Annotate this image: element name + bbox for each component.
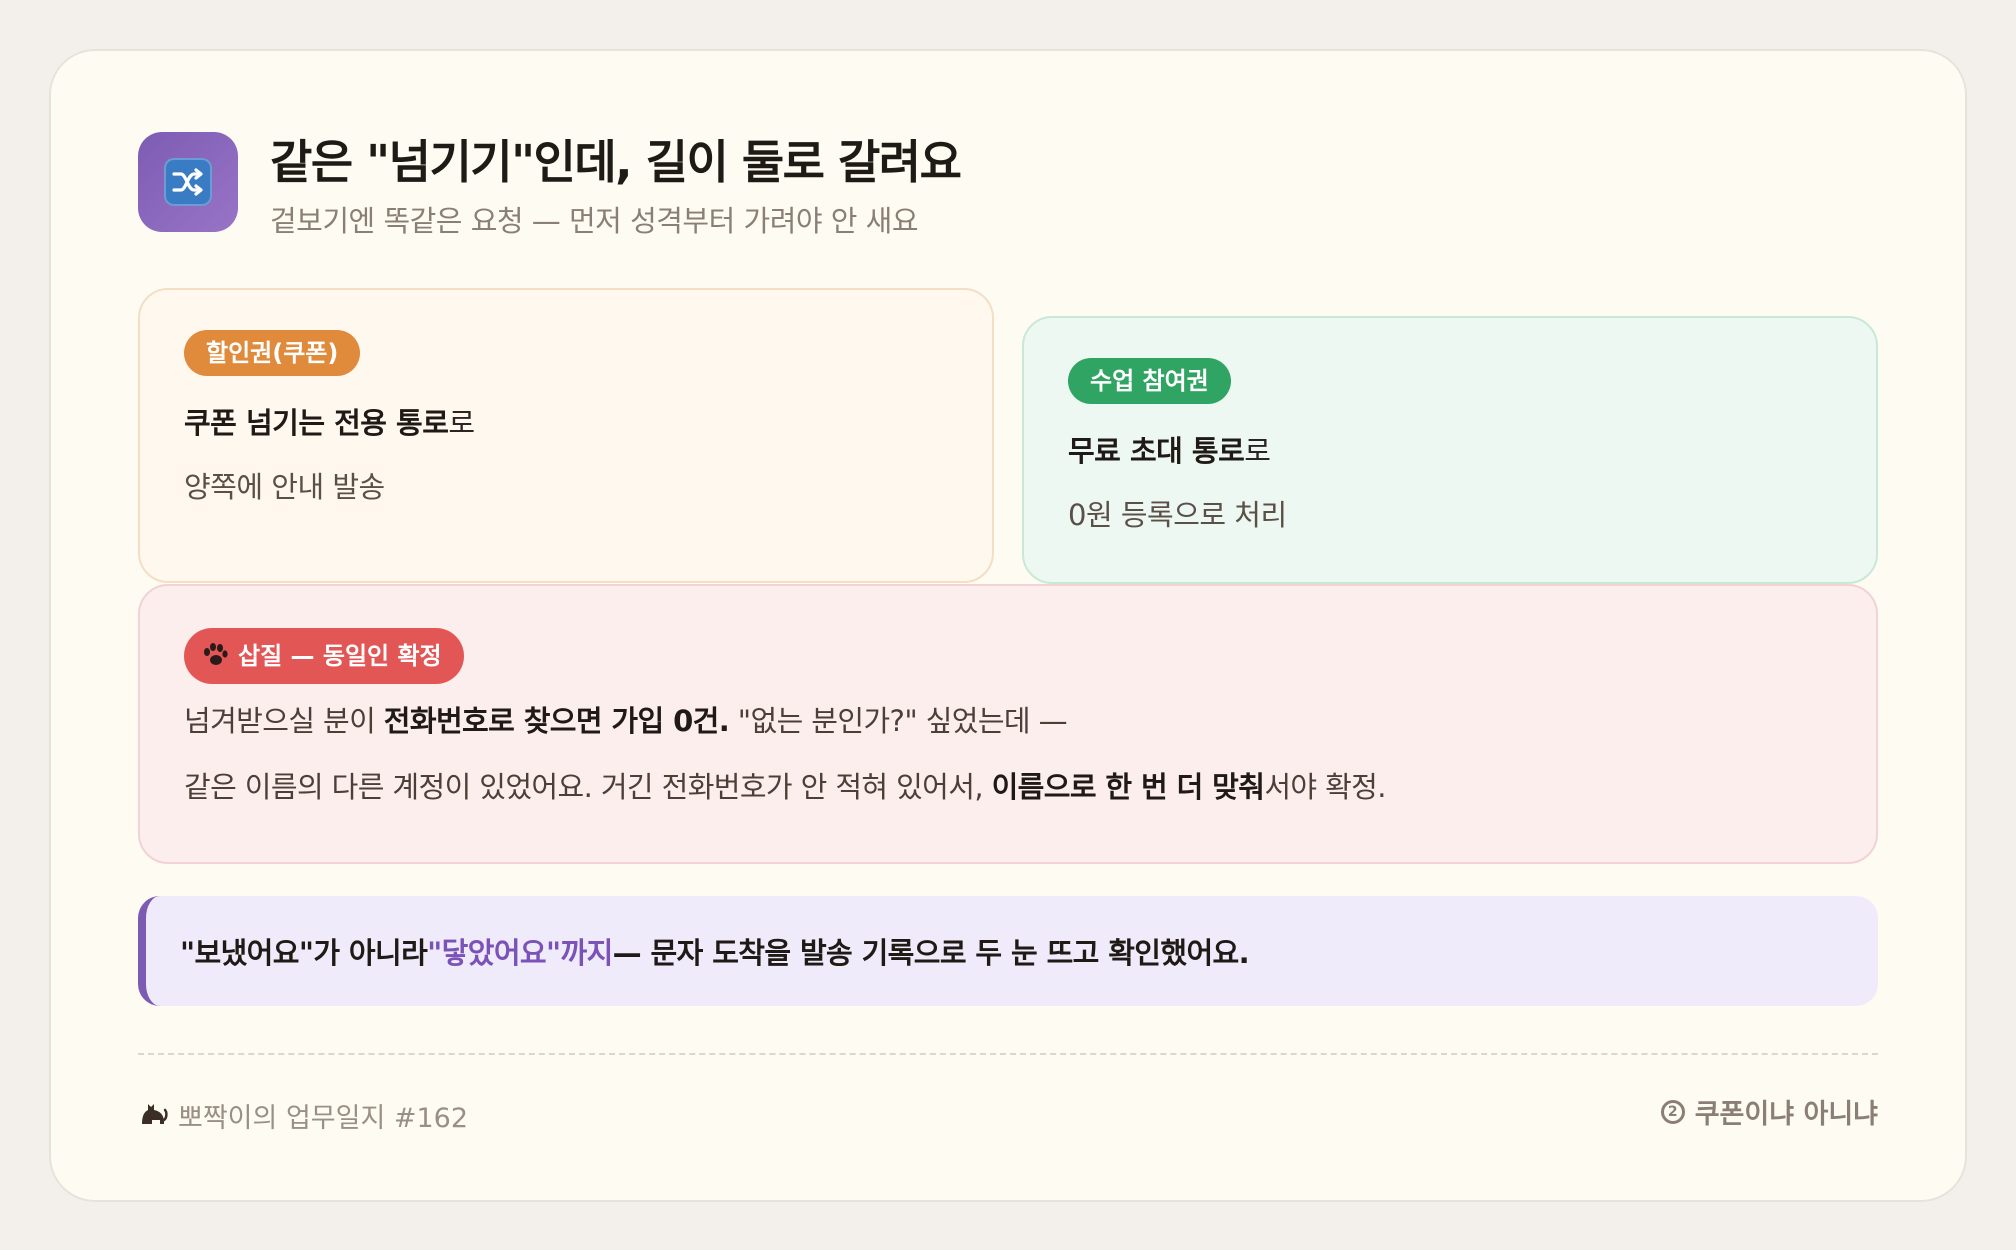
coupon-route-bold: 쿠폰 넘기는 전용 통로 xyxy=(184,406,449,440)
cat-icon xyxy=(138,1098,168,1133)
shuffle-icon xyxy=(164,158,212,206)
troubleshoot-line-2-a: 같은 이름의 다른 계정이 있었어요. 거긴 전화번호가 안 적혀 있어서, xyxy=(184,770,992,804)
class-process-line: 0원 등록으로 처리 xyxy=(1068,498,1287,532)
troubleshoot-line-1-a: 넘겨받으실 분이 xyxy=(184,704,384,738)
coupon-notice-line: 양쪽에 안내 발송 xyxy=(184,470,385,504)
troubleshoot-card: 삽질 — 동일인 확정 넘겨받으실 분이 전화번호로 찾으면 가입 0건. "없… xyxy=(138,584,1878,864)
topic-label: 쿠폰이냐 아니냐 xyxy=(1694,1099,1878,1130)
class-ticket-badge: 수업 참여권 xyxy=(1068,358,1231,404)
troubleshoot-line-1-bold: 전화번호로 찾으면 가입 0건. xyxy=(383,704,730,738)
paw-icon xyxy=(202,628,228,684)
troubleshoot-line-1-b: "없는 분인가?" 싶었는데 — xyxy=(729,704,1068,738)
coupon-route-line: 쿠폰 넘기는 전용 통로로 xyxy=(184,400,475,442)
page-title: 같은 "넘기기"인데, 길이 둘로 갈려요 xyxy=(270,135,962,189)
footer-divider xyxy=(138,1053,1878,1055)
page-subtitle: 겉보기엔 똑같은 요청 — 먼저 성격부터 가려야 안 새요 xyxy=(270,204,919,238)
coupon-badge: 할인권(쿠폰) xyxy=(184,330,361,376)
troubleshoot-line-2-bold: 이름으로 한 번 더 맞춰 xyxy=(991,770,1265,804)
class-route-bold: 무료 초대 통로 xyxy=(1068,434,1245,468)
footer-right: 2 쿠폰이냐 아니냐 xyxy=(1660,1092,1878,1131)
troubleshoot-line-2-b: 서야 확정. xyxy=(1264,770,1386,804)
troubleshoot-line-2: 같은 이름의 다른 계정이 있었어요. 거긴 전화번호가 안 적혀 있어서, 이… xyxy=(184,764,1386,806)
note-part-2: — 문자 도착을 발송 기록으로 두 눈 뜨고 확인했어요. xyxy=(612,936,1250,970)
delivery-note: "보냈어요"가 아니라 "닿았어요"까지 — 문자 도착을 발송 기록으로 두 … xyxy=(138,896,1878,1006)
troubleshoot-line-1: 넘겨받으실 분이 전화번호로 찾으면 가입 0건. "없는 분인가?" 싶었는데… xyxy=(184,698,1068,740)
class-route-line: 무료 초대 통로로 xyxy=(1068,428,1271,470)
coupon-path-card: 할인권(쿠폰) 쿠폰 넘기는 전용 통로로 양쪽에 안내 발송 xyxy=(138,288,994,583)
class-route-rest: 로 xyxy=(1244,434,1271,468)
header-icon-box xyxy=(138,132,238,232)
class-ticket-card: 수업 참여권 무료 초대 통로로 0원 등록으로 처리 xyxy=(1022,316,1878,584)
note-highlight: "닿았어요"까지 xyxy=(427,936,613,970)
troubleshoot-badge: 삽질 — 동일인 확정 xyxy=(184,628,464,684)
coupon-route-rest: 로 xyxy=(448,406,475,440)
troubleshoot-badge-label: 삽질 — 동일인 확정 xyxy=(238,642,442,670)
note-part-1: "보냈어요"가 아니라 xyxy=(180,936,428,970)
footer-left: 뽀짝이의 업무일지 #162 xyxy=(138,1096,468,1135)
worklog-label: 뽀짝이의 업무일지 #162 xyxy=(178,1103,469,1134)
step-number-badge: 2 xyxy=(1660,1099,1685,1124)
